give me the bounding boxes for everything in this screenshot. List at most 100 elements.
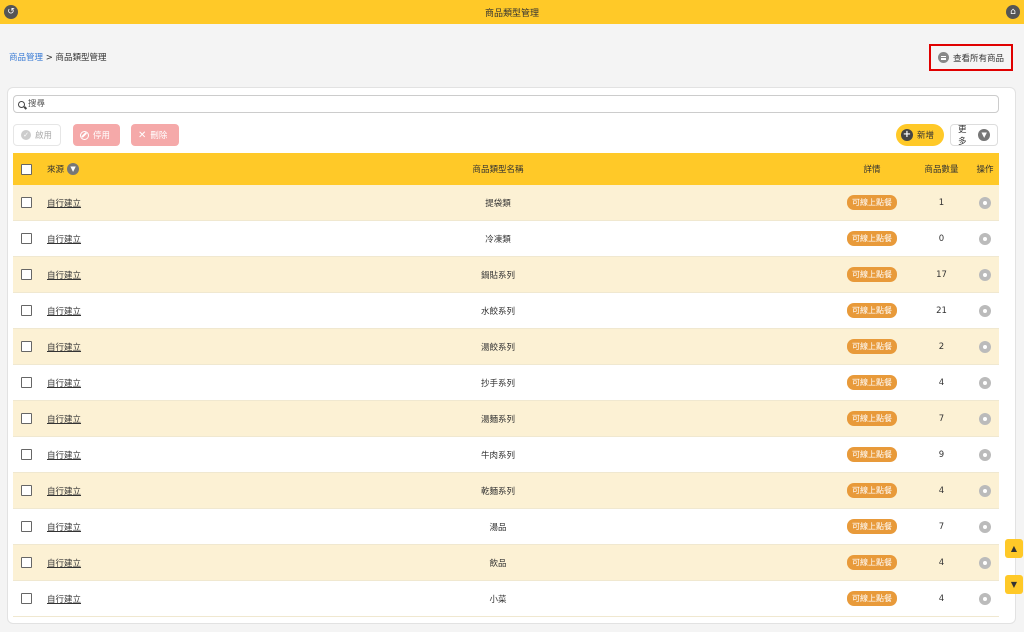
gear-icon[interactable] [979, 196, 991, 209]
search-input[interactable] [28, 99, 928, 109]
row-checkbox[interactable] [21, 593, 32, 604]
row-checkbox[interactable] [21, 197, 32, 208]
chevron-down-icon[interactable]: ▼ [67, 163, 80, 175]
row-checkbox[interactable] [21, 377, 32, 388]
enable-label: 啟用 [35, 131, 53, 141]
chevron-down-icon: ▼ [978, 129, 990, 141]
row-source-link[interactable]: 自行建立 [47, 269, 81, 281]
delete-button[interactable]: ✕ 刪除 [131, 124, 179, 146]
row-count: 7 [938, 413, 945, 424]
disable-button[interactable]: 停用 [73, 124, 120, 146]
row-checkbox[interactable] [21, 449, 32, 460]
breadcrumb-parent-link[interactable]: 商品管理 [9, 53, 43, 63]
gear-icon[interactable] [979, 448, 991, 461]
scroll-up-button[interactable]: ▲ [1005, 539, 1023, 558]
row-detail-cell: 可線上點餐 [843, 231, 901, 246]
gear-icon[interactable] [979, 592, 991, 605]
row-checkbox[interactable] [21, 305, 32, 316]
row-name: 冷凍類 [485, 234, 511, 245]
table-row: 自行建立 提袋類 可線上點餐 1 [13, 185, 999, 221]
enable-button[interactable]: ✓ 啟用 [13, 124, 61, 146]
gear-icon[interactable] [979, 304, 991, 317]
row-source-link[interactable]: 自行建立 [47, 449, 81, 461]
row-op-cell [975, 196, 995, 209]
table-body: 自行建立 提袋類 可線上點餐 1 自行建立 冷凍類 可線上點餐 0 自行建立 鍋貼系列 可線上點餐 1… [13, 185, 999, 617]
page-title: 商品類型管理 [484, 8, 539, 19]
view-all-products-label: 查看所有商品 [952, 53, 1004, 64]
row-count: 21 [936, 305, 947, 316]
row-source-cell: 自行建立 [47, 377, 81, 389]
row-check-cell [21, 233, 32, 244]
row-checkbox[interactable] [21, 485, 32, 496]
row-op-cell [975, 232, 995, 245]
row-source-link[interactable]: 自行建立 [47, 485, 81, 497]
row-detail-cell: 可線上點餐 [843, 447, 901, 462]
header-source[interactable]: 來源 ▼ [47, 163, 80, 175]
row-source-cell: 自行建立 [47, 233, 81, 245]
row-op-cell [975, 376, 995, 389]
gear-icon[interactable] [979, 232, 991, 245]
row-detail-cell: 可線上點餐 [843, 195, 901, 210]
online-order-badge: 可線上點餐 [847, 267, 897, 282]
more-button[interactable]: 更多 ▼ [950, 124, 998, 147]
row-count: 4 [938, 377, 945, 388]
row-detail-cell: 可線上點餐 [843, 375, 901, 390]
row-checkbox[interactable] [21, 341, 32, 352]
gear-icon[interactable] [979, 268, 991, 281]
back-icon[interactable]: ↺ [4, 5, 18, 19]
online-order-badge: 可線上點餐 [847, 483, 897, 498]
row-name: 乾麵系列 [480, 486, 515, 497]
online-order-badge: 可線上點餐 [847, 339, 897, 354]
row-op-cell [975, 304, 995, 317]
row-checkbox[interactable] [21, 269, 32, 280]
gear-icon[interactable] [979, 412, 991, 425]
view-all-products-button[interactable]: 查看所有商品 [929, 44, 1013, 71]
row-detail-cell: 可線上點餐 [843, 267, 901, 282]
row-count: 4 [938, 593, 945, 604]
row-source-link[interactable]: 自行建立 [47, 341, 81, 353]
row-checkbox[interactable] [21, 521, 32, 532]
row-source-link[interactable]: 自行建立 [47, 521, 81, 533]
row-source-link[interactable]: 自行建立 [47, 593, 81, 605]
row-source-link[interactable]: 自行建立 [47, 557, 81, 569]
table-row: 自行建立 小菜 可線上點餐 4 [13, 581, 999, 617]
row-source-link[interactable]: 自行建立 [47, 197, 81, 209]
gear-icon[interactable] [979, 340, 991, 353]
row-op-cell [975, 520, 995, 533]
scroll-down-button[interactable]: ▼ [1005, 575, 1023, 594]
table-header: 來源 ▼ 商品類型名稱 詳情 商品數量 操作 [13, 153, 999, 185]
row-op-cell [975, 592, 995, 605]
gear-icon[interactable] [979, 376, 991, 389]
row-source-link[interactable]: 自行建立 [47, 233, 81, 245]
more-label: 更多 [958, 125, 967, 147]
row-source-link[interactable]: 自行建立 [47, 305, 81, 317]
header-operation: 操作 [976, 165, 994, 175]
search-bar [13, 95, 999, 113]
table-row: 自行建立 湯品 可線上點餐 7 [13, 509, 999, 545]
table-row: 自行建立 水餃系列 可線上點餐 21 [13, 293, 999, 329]
breadcrumb-current: 商品類型管理 [55, 53, 107, 63]
row-check-cell [21, 449, 32, 460]
row-source-link[interactable]: 自行建立 [47, 377, 81, 389]
row-checkbox[interactable] [21, 557, 32, 568]
search-icon [18, 100, 25, 108]
header-count: 商品數量 [924, 165, 959, 175]
gear-icon[interactable] [979, 520, 991, 533]
gear-icon[interactable] [979, 556, 991, 569]
top-bar: ↺ 商品類型管理 ⌂ [0, 0, 1024, 24]
row-op-cell [975, 556, 995, 569]
home-icon[interactable]: ⌂ [1006, 5, 1020, 19]
table-row: 自行建立 冷凍類 可線上點餐 0 [13, 221, 999, 257]
row-detail-cell: 可線上點餐 [843, 339, 901, 354]
select-all-checkbox[interactable] [21, 163, 32, 175]
gear-icon[interactable] [979, 484, 991, 497]
table-row: 自行建立 抄手系列 可線上點餐 4 [13, 365, 999, 401]
row-checkbox[interactable] [21, 413, 32, 424]
select-all-cell [21, 163, 32, 175]
row-source-link[interactable]: 自行建立 [47, 413, 81, 425]
row-source-cell: 自行建立 [47, 485, 81, 497]
row-checkbox[interactable] [21, 233, 32, 244]
row-count: 2 [938, 341, 945, 352]
add-button[interactable]: + 新增 [896, 124, 944, 146]
disable-label: 停用 [93, 131, 111, 141]
